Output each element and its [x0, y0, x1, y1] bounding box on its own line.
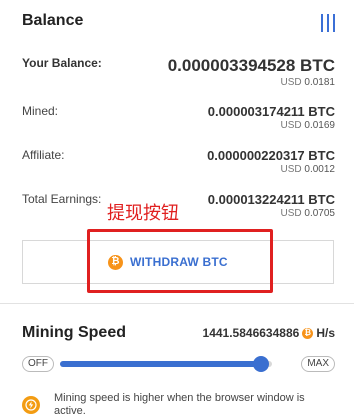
usd-amount: 0.0181	[304, 77, 335, 88]
btc-amount: 0.000013224211 BTC	[207, 192, 335, 207]
row-values: 0.000013224211 BTC USD 0.0705	[208, 192, 335, 219]
slider-max-button[interactable]: MAX	[301, 356, 335, 372]
usd-prefix: USD	[280, 208, 302, 219]
row-values: 0.000000220317 BTC USD 0.0012	[207, 148, 335, 175]
usd-amount: 0.0705	[304, 208, 335, 219]
bitcoin-coin-icon: ₿	[108, 254, 123, 270]
withdraw-btc-button[interactable]: ₿ WITHDRAW BTC	[108, 251, 252, 273]
row-label: Mined:	[22, 104, 59, 118]
usd-prefix: USD	[280, 77, 302, 88]
mining-speed-readout: 1441.5846634886 ₿ H/s	[203, 326, 335, 340]
balance-title: Balance	[22, 12, 84, 29]
row-label: Total Earnings:	[22, 192, 102, 206]
usd-amount-line: USD 0.0705	[208, 208, 336, 219]
balance-row-mined: Mined: 0.000003174211 BTC USD 0.0169	[22, 104, 335, 136]
section-divider	[0, 303, 354, 304]
usd-prefix: USD	[280, 164, 302, 175]
slider-fill	[60, 361, 262, 367]
withdraw-button-label: WITHDRAW BTC	[130, 255, 228, 269]
mining-info-text: Mining speed is higher when the browser …	[54, 392, 305, 417]
slider-off-button[interactable]: OFF	[22, 356, 54, 372]
usd-amount: 0.0012	[304, 164, 335, 175]
row-label: Affiliate:	[22, 148, 65, 162]
balance-row-affiliate: Affiliate: 0.000000220317 BTC USD 0.0012	[22, 148, 335, 180]
btc-amount: 0.000003394528 BTC	[167, 56, 335, 75]
coin-icon: ₿	[302, 327, 314, 339]
row-label: Your Balance:	[22, 56, 102, 70]
usd-prefix: USD	[280, 120, 302, 131]
row-values: 0.000003394528 BTC USD 0.0181	[168, 56, 335, 88]
row-values: 0.000003174211 BTC USD 0.0169	[208, 104, 335, 131]
usd-amount: 0.0169	[304, 120, 335, 131]
usd-amount-line: USD 0.0012	[207, 164, 336, 175]
lightning-icon	[22, 396, 40, 414]
balance-row-your-balance: Your Balance: 0.000003394528 BTC USD 0.0…	[22, 56, 335, 92]
mining-speed-unit: H/s	[316, 326, 335, 340]
mining-speed-title: Mining Speed	[22, 324, 126, 341]
usd-amount-line: USD 0.0169	[208, 120, 336, 131]
slider-thumb[interactable]	[253, 356, 270, 372]
withdraw-annotation-label: 提现按钮	[107, 203, 179, 224]
mining-speed-value: 1441.5846634886	[202, 326, 300, 340]
btc-amount: 0.000003174211 BTC	[207, 104, 335, 119]
usd-amount-line: USD 0.0181	[168, 77, 336, 88]
mining-speed-slider[interactable]	[60, 356, 272, 372]
balance-panel: Balance Your Balance: 0.000003394528 BTC…	[0, 0, 354, 420]
menu-bars-icon[interactable]	[321, 14, 335, 32]
btc-amount: 0.000000220317 BTC	[207, 148, 335, 163]
